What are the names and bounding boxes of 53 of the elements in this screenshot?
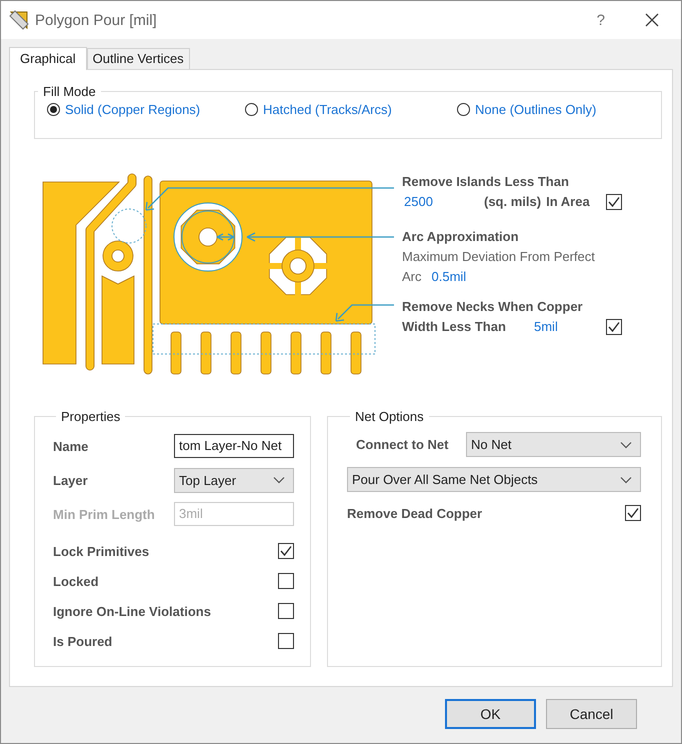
leader-line [216,233,235,241]
chevron-down-icon [620,440,632,448]
checkbox-label: Remove Dead Copper [347,506,482,520]
checkbox-label: Locked [53,574,99,588]
option-label: Arc Approximation [402,228,520,246]
window-title: Polygon Pour [mil] [35,12,158,28]
checkbox[interactable] [606,319,622,335]
description-text: Maximum Deviation From Perfect [402,248,596,266]
group-title: Net Options [354,409,425,424]
ruler-triangle-icon [9,10,29,30]
field-label: Connect to Net [356,437,448,452]
value-text[interactable]: 5mil [534,317,558,337]
unit-text: (sq. mils) [484,193,542,211]
dialog-button[interactable]: OK [445,699,536,729]
checkbox[interactable] [606,194,622,210]
checkbox[interactable] [278,573,294,589]
field-label: Name [53,438,88,454]
checkbox[interactable] [278,633,294,649]
option-label: In Area [546,193,590,211]
tab[interactable]: Outline Vertices [86,48,190,69]
radio-label[interactable]: None (Outlines Only) [475,102,596,117]
radio-button[interactable] [47,103,60,116]
field-label: Layer [53,472,88,488]
help-button[interactable]: ? [596,12,605,28]
value-text[interactable]: 2500 [402,192,484,212]
checkbox[interactable] [278,543,294,559]
chevron-down-icon [620,476,632,484]
option-label: Arc [402,268,422,286]
option-label: Remove Necks When Copper [402,298,584,316]
radio-label[interactable]: Solid (Copper Regions) [65,102,200,117]
checkbox-label: Ignore On-Line Violations [53,604,211,618]
group-title: Fill Mode [42,84,97,99]
value-text[interactable]: 0.5mil [432,267,466,287]
dialog-button[interactable]: Cancel [546,699,637,729]
radio-button[interactable] [245,103,258,116]
checkbox[interactable] [278,603,294,619]
tab[interactable]: Graphical [9,47,87,70]
checkbox-label: Is Poured [53,634,112,648]
dropdown[interactable]: Pour Over All Same Net Objects [347,467,641,492]
dropdown[interactable]: Top Layer [174,468,294,492]
radio-button[interactable] [457,103,470,116]
input-field[interactable]: tom Layer-No Net [174,434,294,458]
checkbox[interactable] [625,505,641,521]
option-label: Width Less Than [402,318,507,336]
chevron-down-icon [273,476,285,484]
field-label: Min Prim Length [53,506,155,522]
group-title: Properties [60,409,122,424]
radio-label[interactable]: Hatched (Tracks/Arcs) [263,102,392,117]
close-icon[interactable] [645,13,659,27]
option-label: Remove Islands Less Than [402,173,570,191]
checkbox-label: Lock Primitives [53,544,150,558]
dropdown[interactable]: No Net [466,432,641,457]
leader-line [335,304,394,322]
